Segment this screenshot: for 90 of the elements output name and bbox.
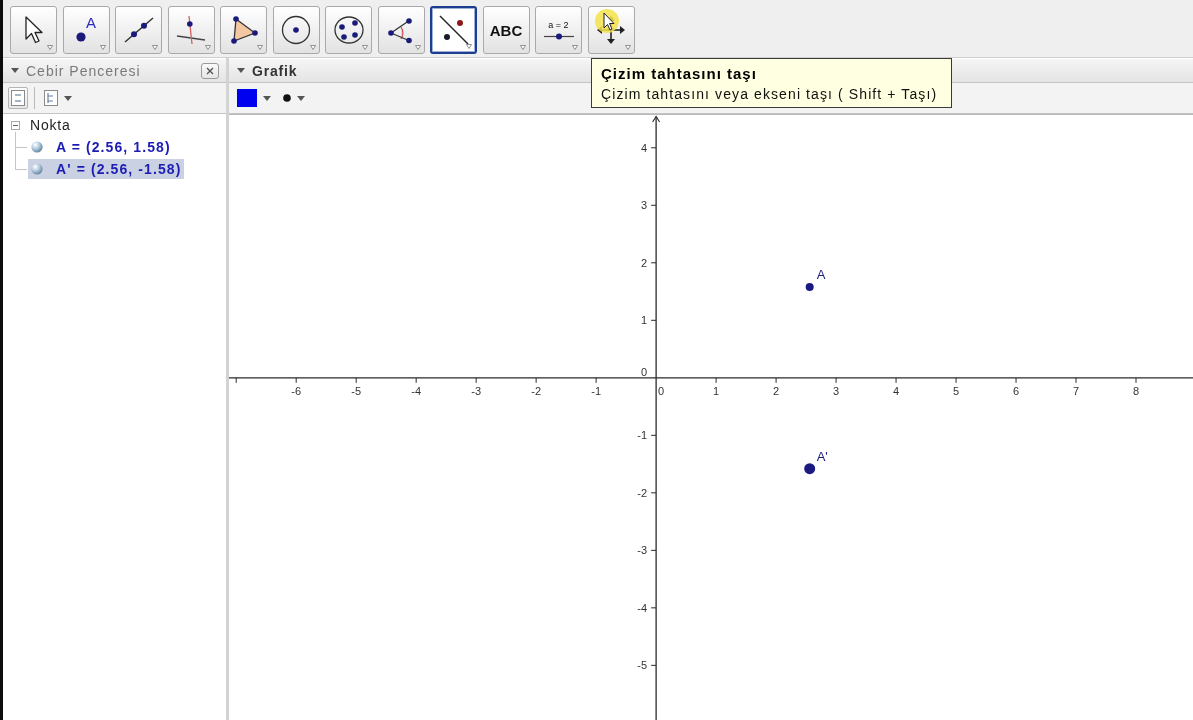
axis-tick-label: 6 — [1012, 384, 1020, 397]
slider-icon — [543, 32, 574, 40]
angle-icon — [387, 16, 415, 44]
dot-icon — [283, 94, 291, 102]
perpendicular-lines-icon — [176, 15, 206, 45]
axis-tick-label: -5 — [637, 659, 648, 672]
axis-tick-label: -4 — [637, 601, 648, 614]
axis-tick-label: -3 — [471, 384, 482, 397]
collapse-box-icon[interactable] — [11, 120, 20, 130]
tree-group-label: Nokta — [30, 117, 71, 133]
collapse-triangle-icon — [11, 68, 19, 73]
corner-triangle-icon — [414, 45, 421, 50]
axis-tick-label: -1 — [637, 429, 648, 442]
list-icon — [11, 90, 25, 106]
arrow-cursor-icon — [24, 16, 43, 44]
axis-tick-label: 2 — [773, 384, 780, 397]
coordinate-plane[interactable]: -6 -5 -4 -3 -2 -1 0 1 2 3 4 5 6 7 8 -5 -4 -3 -2 -1 0 1 2 3 4 A A' — [229, 115, 1193, 720]
corner-triangle-icon — [47, 45, 53, 50]
tool-button[interactable] — [115, 6, 162, 54]
tool-button[interactable]: A — [62, 6, 110, 54]
reflection-icon — [438, 15, 469, 45]
axis-tick-label: 1 — [641, 314, 648, 327]
algebra-item[interactable]: A' = (2.56, -1.58) — [28, 159, 185, 179]
panel-title: Grafik — [252, 62, 298, 79]
corner-triangle-icon — [519, 45, 526, 50]
corner-triangle-icon — [572, 45, 578, 50]
axis-tick-label: 4 — [641, 141, 648, 154]
axis-tick-label: -2 — [531, 384, 542, 397]
axis-tick-label: 4 — [893, 384, 900, 397]
corner-triangle-icon — [204, 45, 211, 50]
axis-tick-label: 0 — [641, 366, 648, 379]
tool-button[interactable] — [325, 6, 372, 54]
list-view-button[interactable] — [8, 87, 28, 109]
caret-icon — [263, 95, 271, 101]
axis-tick-label: -3 — [637, 544, 648, 557]
corner-triangle-icon — [362, 45, 368, 50]
axis-tick-label: 8 — [1132, 384, 1140, 397]
panel-title: Cebir Penceresi — [26, 62, 141, 79]
circle-icon — [281, 15, 311, 45]
axis-tick-label: 3 — [641, 199, 648, 212]
corner-triangle-icon — [624, 45, 631, 50]
tool-button[interactable] — [167, 6, 215, 54]
collapse-triangle-icon — [237, 68, 245, 73]
point-marker[interactable] — [804, 463, 816, 475]
axis-tick-label: 7 — [1072, 384, 1080, 397]
line-through-points-icon — [123, 17, 154, 43]
point-label: A — [816, 266, 826, 282]
axis-tick-label: 5 — [953, 384, 960, 397]
corner-triangle-icon — [257, 45, 263, 50]
tool-button[interactable] — [10, 6, 57, 54]
triangle-icon — [229, 16, 258, 44]
mouse-cursor-icon — [595, 9, 621, 35]
axis-tick-label: -6 — [291, 384, 302, 397]
axis-tick-label: 2 — [641, 256, 648, 269]
sort-button[interactable] — [41, 87, 75, 109]
point-icon — [76, 32, 86, 42]
axis-tick-label: 3 — [833, 384, 840, 397]
tool-button[interactable]: ABC — [482, 6, 530, 54]
tree-list-icon — [44, 90, 58, 106]
axis-tick-label: -4 — [411, 384, 422, 397]
close-button[interactable] — [201, 62, 219, 79]
algebra-item-text: A = (2.56, 1.58) — [56, 139, 171, 155]
sphere-icon — [31, 141, 43, 153]
tool-button[interactable] — [272, 6, 320, 54]
corner-triangle-icon — [466, 44, 472, 49]
tool-button[interactable] — [430, 6, 477, 54]
tooltip-text: Çizim tahtasını veya ekseni taşı ( Shift + Taşı) — [601, 86, 939, 102]
sphere-icon — [31, 163, 43, 175]
tool-button[interactable] — [220, 6, 267, 54]
caret-icon — [64, 95, 72, 101]
color-button[interactable] — [234, 87, 274, 109]
axis-tick-label: 1 — [713, 384, 720, 397]
corner-triangle-icon — [309, 45, 316, 50]
tool-button[interactable]: a = 2 — [535, 6, 582, 54]
tool-button[interactable] — [377, 6, 425, 54]
ellipse-icon — [333, 16, 364, 44]
axis-tick-label: -5 — [351, 384, 362, 397]
close-icon — [206, 66, 214, 75]
point-marker[interactable] — [805, 282, 814, 291]
point-label: A' — [816, 448, 828, 464]
color-swatch-icon — [237, 89, 257, 107]
axis-tick-label: -1 — [591, 384, 601, 397]
algebra-item-text: A' = (2.56, -1.58) — [56, 161, 182, 177]
caret-icon — [297, 95, 305, 101]
tooltip-title: Çizim tahtasını taşı — [601, 65, 758, 82]
axis-tick-label: 0 — [658, 384, 665, 397]
algebra-item[interactable]: A = (2.56, 1.58) — [28, 137, 174, 157]
corner-triangle-icon — [99, 45, 106, 50]
corner-triangle-icon — [152, 45, 158, 50]
axis-tick-label: -2 — [637, 486, 648, 499]
